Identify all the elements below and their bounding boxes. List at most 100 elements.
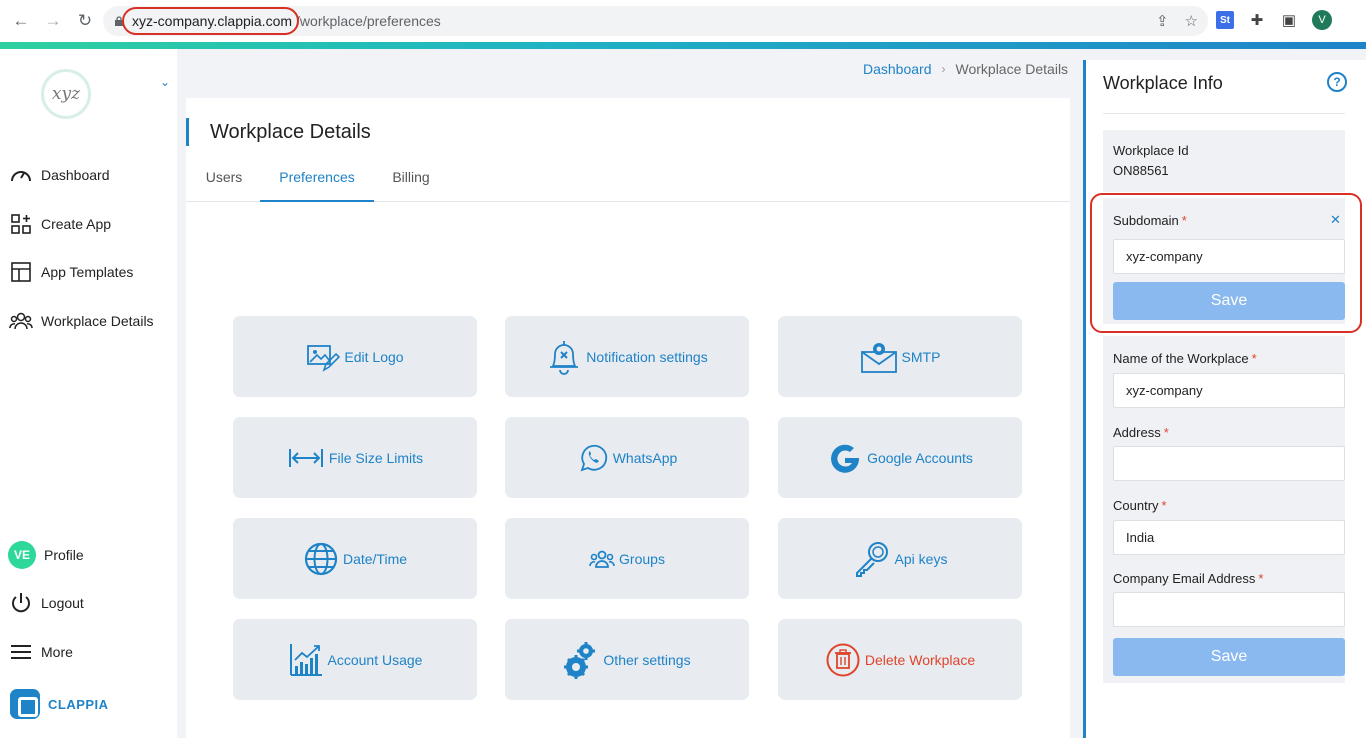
users-icon: [8, 308, 34, 334]
sidebar-item-label: Logout: [41, 595, 84, 611]
tile-label: Notification settings: [586, 348, 708, 365]
sidebar-item-logout[interactable]: Logout: [8, 589, 84, 617]
hamburger-menu-icon: [8, 639, 34, 665]
power-icon: [8, 590, 34, 616]
help-icon[interactable]: ?: [1327, 72, 1347, 92]
workplace-info-panel: Workplace Info ? Workplace Id ON88561 Su…: [1083, 60, 1366, 738]
tile-label: Groups: [619, 550, 665, 567]
image-edit-icon: [306, 342, 341, 372]
browser-toolbar: ← → ↻ xyz-company.clappia.com/workplace/…: [0, 0, 1366, 42]
workplace-form-section: Name of the Workplace * xyz-company Addre…: [1103, 336, 1345, 683]
brand-name: CLAPPIA: [48, 696, 109, 712]
address-bar[interactable]: xyz-company.clappia.com/workplace/prefer…: [103, 6, 1208, 36]
tile-label: Edit Logo: [344, 348, 404, 365]
workplace-logo[interactable]: xyz: [41, 69, 91, 119]
subdomain-input[interactable]: xyz-company: [1113, 239, 1345, 274]
tab-billing[interactable]: Billing: [390, 164, 432, 202]
mail-gear-icon: [860, 340, 898, 374]
tile-api-keys[interactable]: Api keys: [778, 518, 1022, 599]
tile-label: Delete Workplace: [864, 651, 976, 668]
tile-label: Google Accounts: [867, 449, 973, 466]
side-panel-icon[interactable]: ▣: [1280, 11, 1298, 29]
bookmark-star-icon[interactable]: ☆: [1185, 12, 1198, 30]
extension-st-icon[interactable]: St: [1216, 11, 1234, 29]
workplace-name-label-text: Name of the Workplace: [1113, 351, 1249, 366]
country-label: Country *: [1113, 498, 1167, 513]
workplace-name-input[interactable]: xyz-company: [1113, 373, 1345, 408]
app-top-gradient: [0, 42, 1366, 49]
url-text: xyz-company.clappia.com/workplace/prefer…: [121, 7, 441, 35]
sidebar-item-dashboard[interactable]: Dashboard: [8, 161, 110, 189]
sidebar-item-label: Profile: [44, 547, 84, 563]
template-icon: [8, 259, 34, 285]
breadcrumb: Dashboard › Workplace Details: [863, 61, 1068, 77]
subdomain-section: Subdomain * ✕ xyz-company Save: [1103, 198, 1345, 324]
clappia-logo-icon: [10, 689, 40, 719]
tile-google-accounts[interactable]: Google Accounts: [778, 417, 1022, 498]
tile-label: Date/Time: [342, 550, 408, 567]
country-input[interactable]: India: [1113, 520, 1345, 555]
required-mark: *: [1258, 571, 1264, 586]
tile-groups[interactable]: Groups: [505, 518, 749, 599]
browser-profile-avatar[interactable]: V: [1312, 10, 1332, 30]
sidebar: xyz ⌄ Dashboard Create App App Templates…: [0, 49, 177, 738]
panel-title: Workplace Info: [1103, 73, 1223, 93]
tile-label: Other settings: [603, 651, 691, 668]
sidebar-item-label: App Templates: [41, 264, 134, 280]
tab-bar: Users Preferences Billing: [186, 164, 1070, 202]
breadcrumb-dashboard-link[interactable]: Dashboard: [863, 61, 932, 77]
tile-delete-workplace[interactable]: Delete Workplace: [778, 619, 1022, 700]
sidebar-item-label: More: [41, 644, 73, 660]
chevron-down-icon[interactable]: ⌄: [160, 75, 170, 89]
key-icon: [853, 540, 891, 578]
sidebar-item-workplace-details[interactable]: Workplace Details: [8, 307, 154, 335]
sidebar-item-more[interactable]: More: [8, 638, 73, 666]
close-icon[interactable]: ✕: [1330, 212, 1341, 228]
address-label-text: Address: [1113, 425, 1161, 440]
page-title: Workplace Details: [186, 118, 371, 146]
breadcrumb-current: Workplace Details: [955, 61, 1069, 77]
globe-icon: [303, 541, 339, 577]
back-icon[interactable]: ←: [6, 6, 36, 36]
bell-icon: [546, 338, 582, 376]
tile-smtp[interactable]: SMTP: [778, 316, 1022, 397]
reload-icon[interactable]: ↻: [70, 6, 100, 36]
sidebar-item-profile[interactable]: VE Profile: [8, 541, 84, 569]
sidebar-item-create-app[interactable]: Create App: [8, 210, 111, 238]
company-email-label: Company Email Address *: [1113, 571, 1263, 586]
extensions-puzzle-icon[interactable]: ✚: [1248, 11, 1266, 29]
tile-file-size-limits[interactable]: File Size Limits: [233, 417, 477, 498]
sidebar-item-app-templates[interactable]: App Templates: [8, 258, 133, 286]
tile-notification-settings[interactable]: Notification settings: [505, 316, 749, 397]
tile-label: SMTP: [901, 348, 941, 365]
tile-date-time[interactable]: Date/Time: [233, 518, 477, 599]
forward-icon[interactable]: →: [38, 6, 68, 36]
sidebar-item-label: Dashboard: [41, 167, 110, 183]
tile-whatsapp[interactable]: WhatsApp: [505, 417, 749, 498]
share-icon[interactable]: ⇪: [1156, 12, 1169, 30]
workplace-name-label: Name of the Workplace *: [1113, 351, 1257, 366]
workplace-details-card: Workplace Details Users Preferences Bill…: [186, 98, 1070, 738]
company-email-label-text: Company Email Address: [1113, 571, 1256, 586]
grid-plus-icon: [8, 211, 34, 237]
subdomain-save-button[interactable]: Save: [1113, 282, 1345, 320]
address-input[interactable]: [1113, 446, 1345, 481]
brand-logo[interactable]: CLAPPIA: [10, 689, 109, 719]
trash-icon: [825, 642, 861, 678]
workplace-save-button[interactable]: Save: [1113, 638, 1345, 676]
tab-preferences[interactable]: Preferences: [260, 164, 374, 202]
subdomain-label: Subdomain *: [1113, 213, 1187, 228]
company-email-input[interactable]: [1113, 592, 1345, 627]
tab-users[interactable]: Users: [204, 164, 244, 202]
workplace-id-value: ON88561: [1113, 163, 1169, 178]
workplace-id-section: Workplace Id ON88561: [1103, 130, 1345, 192]
google-icon: [827, 440, 863, 476]
tile-label: WhatsApp: [612, 449, 678, 466]
tile-other-settings[interactable]: Other settings: [505, 619, 749, 700]
tile-account-usage[interactable]: Account Usage: [233, 619, 477, 700]
avatar: VE: [8, 541, 36, 569]
workplace-id-label: Workplace Id: [1113, 143, 1189, 158]
required-mark: *: [1161, 498, 1167, 513]
arrows-horizontal-icon: [287, 446, 325, 470]
tile-edit-logo[interactable]: Edit Logo: [233, 316, 477, 397]
